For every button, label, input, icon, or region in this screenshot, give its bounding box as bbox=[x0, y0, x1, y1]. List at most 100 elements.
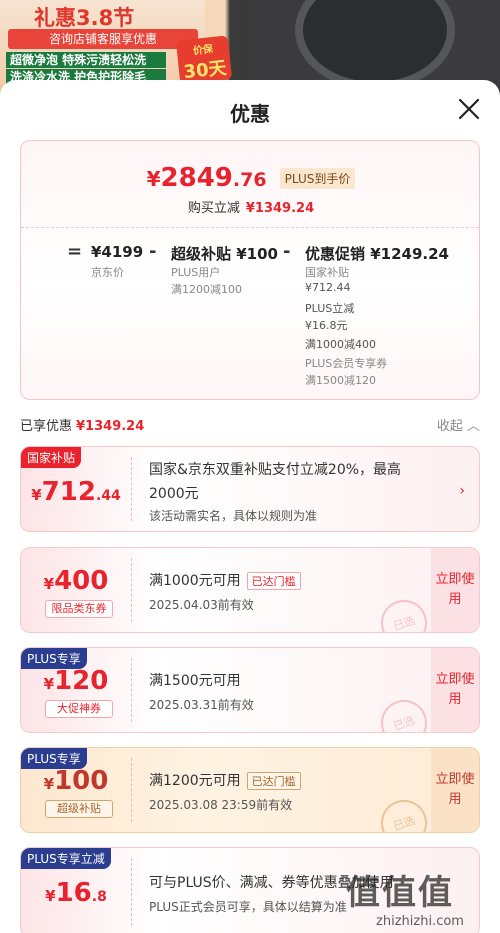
used-label-text: 已享优惠 bbox=[20, 419, 73, 434]
collapse-button[interactable]: 收起 ︿ bbox=[437, 415, 480, 434]
coupon-condition: 满1200元可用 bbox=[149, 773, 241, 789]
coupon-expiry: 2025.03.31前有效 bbox=[149, 698, 254, 712]
coupon-details: 满1200元可用 已达门槛 2025.03.08 23:59前有效 bbox=[149, 770, 301, 813]
coupon-tag: 国家补贴 bbox=[21, 447, 82, 468]
minus-sign-2: - bbox=[283, 241, 291, 262]
used-discount-label: 已享优惠 ¥1349.24 bbox=[20, 415, 144, 434]
minus-sign-1: - bbox=[149, 241, 157, 262]
threshold-reached-badge: 已达门槛 bbox=[246, 572, 301, 590]
coupon-description: 该活动需实名，具体以规则为准 bbox=[149, 509, 318, 523]
coupon-amount: ¥100 bbox=[21, 766, 131, 796]
used-discount-row: 已享优惠 ¥1349.24 收起 ︿ bbox=[20, 413, 480, 435]
jd-price: ¥4199 bbox=[91, 243, 144, 261]
equals-sign: = bbox=[67, 241, 83, 262]
coupon-amount: ¥400 bbox=[21, 566, 131, 596]
coupon-amount: ¥712.44 bbox=[21, 477, 131, 507]
coupon-title: 满1500元可用 bbox=[149, 673, 241, 689]
close-icon bbox=[458, 98, 480, 120]
coupon-type-chip: 超级补贴 bbox=[45, 800, 113, 818]
jd-price-label: 京东价 bbox=[91, 266, 124, 279]
coupon-separator bbox=[131, 858, 132, 926]
coupon-title-line-2: 2000元 bbox=[149, 486, 199, 502]
coupon-title: 满1000元可用 已达门槛 bbox=[149, 570, 301, 590]
promo-title: 礼惠3.8节 bbox=[34, 6, 135, 30]
coupon-separator bbox=[131, 558, 132, 622]
coupon-amount-integer: 400 bbox=[54, 566, 109, 596]
coupon-amount-integer: 16 bbox=[55, 878, 92, 908]
coupon-details: 满1500元可用 2025.03.31前有效 bbox=[149, 670, 254, 713]
subsidy-label: 购买立减 bbox=[187, 201, 240, 216]
super-subsidy: 超级补贴 ¥100 bbox=[171, 245, 278, 263]
collapse-label: 收起 bbox=[436, 419, 463, 434]
price-integer: 2849 bbox=[160, 163, 233, 193]
selected-stamp: 已选 bbox=[375, 594, 433, 632]
price-protect-badge: 价保 30天 bbox=[175, 35, 233, 85]
plus-price-tag: PLUS到手价 bbox=[279, 167, 356, 189]
used-amount: ¥1349.24 bbox=[76, 419, 145, 434]
use-now-button[interactable]: 立即使用 bbox=[431, 648, 479, 732]
subsidy-row: 购买立减 ¥1349.24 bbox=[21, 197, 481, 216]
sheet-title: 优惠 bbox=[230, 102, 270, 126]
selected-stamp: 已选 bbox=[375, 794, 433, 832]
coupon-type-chip: 限品类东券 bbox=[45, 600, 113, 618]
coupon-currency: ¥ bbox=[43, 675, 55, 693]
coupon-expiry: 2025.04.03前有效 bbox=[149, 598, 254, 612]
threshold-reached-badge: 已达门槛 bbox=[246, 772, 301, 790]
coupon-details: 满1000元可用 已达门槛 2025.04.03前有效 bbox=[149, 570, 301, 613]
price-currency: ¥ bbox=[146, 167, 161, 191]
promo-line: ¥16.8元 bbox=[305, 319, 348, 332]
promo-line: 满1000减400 bbox=[305, 338, 376, 351]
promo-line: PLUS立减 bbox=[305, 302, 355, 315]
coupon-currency: ¥ bbox=[45, 887, 56, 905]
coupon-amount-decimal: .8 bbox=[91, 889, 107, 905]
selected-stamp: 已选 bbox=[375, 694, 433, 732]
coupon-card-120[interactable]: PLUS专享 ¥120 大促神券 满1500元可用 2025.03.31前有效 … bbox=[20, 647, 480, 733]
use-now-button[interactable]: 立即使用 bbox=[431, 548, 479, 632]
final-price-row: ¥2849.76 PLUS到手价 bbox=[21, 163, 481, 193]
coupon-tag: PLUS专享立减 bbox=[21, 848, 111, 869]
coupon-amount-integer: 712 bbox=[41, 477, 96, 507]
coupon-amount: ¥120 bbox=[21, 666, 131, 696]
coupon-card-national-subsidy[interactable]: 国家补贴 ¥712.44 国家&京东双重补贴支付立减20%，最高 2000元 该… bbox=[20, 446, 480, 532]
promo-total: 优惠促销 ¥1249.24 bbox=[305, 245, 449, 263]
promo-line: PLUS会员专享券 bbox=[305, 357, 388, 370]
watermark-url: zhizhizhi.com bbox=[376, 914, 464, 929]
promo-line: 国家补贴 bbox=[305, 266, 349, 279]
coupon-separator bbox=[131, 658, 132, 722]
coupon-details: 国家&京东双重补贴支付立减20%，最高 2000元 该活动需实名，具体以规则为准 bbox=[149, 459, 449, 524]
coupon-expiry: 2025.03.08 23:59前有效 bbox=[149, 798, 293, 812]
subsidy-amount: ¥1349.24 bbox=[245, 201, 315, 216]
discount-sheet: 优惠 ¥2849.76 PLUS到手价 购买立减 ¥1349.24 = ¥4199… bbox=[0, 80, 500, 933]
coupon-title: 满1200元可用 已达门槛 bbox=[149, 770, 301, 790]
coupon-currency: ¥ bbox=[43, 775, 55, 793]
coupon-currency: ¥ bbox=[43, 575, 55, 593]
final-price: ¥2849.76 bbox=[147, 163, 267, 193]
chevron-up-icon: ︿ bbox=[466, 419, 480, 434]
promo-subtitle: 咨询店铺客服享优惠 bbox=[8, 29, 198, 49]
price-summary-card: ¥2849.76 PLUS到手价 购买立减 ¥1349.24 = ¥4199 京东… bbox=[20, 140, 480, 400]
close-button[interactable] bbox=[456, 96, 482, 122]
coupon-card-400[interactable]: ¥400 限品类东券 满1000元可用 已达门槛 2025.04.03前有效 已选… bbox=[20, 547, 480, 633]
coupon-amount-integer: 120 bbox=[54, 666, 109, 696]
coupon-amount-decimal: .44 bbox=[95, 488, 121, 504]
coupon-currency: ¥ bbox=[31, 486, 42, 504]
coupon-title: 国家&京东双重补贴支付立减20%，最高 bbox=[149, 462, 402, 478]
coupon-amount-integer: 100 bbox=[54, 766, 109, 796]
chevron-right-icon: › bbox=[459, 483, 465, 499]
super-subsidy-sub-1: PLUS用户 bbox=[171, 266, 221, 279]
promo-line: ¥712.44 bbox=[305, 281, 351, 294]
machine-door bbox=[295, 0, 455, 90]
summary-divider bbox=[21, 227, 479, 228]
use-now-button[interactable]: 立即使用 bbox=[431, 748, 479, 832]
promo-line: 满1500减120 bbox=[305, 374, 376, 387]
coupon-type-chip: 大促神券 bbox=[45, 700, 113, 718]
price-formula: = ¥4199 京东价 - 超级补贴 ¥100 PLUS用户 满1200减100… bbox=[21, 241, 481, 391]
coupon-card-100[interactable]: PLUS专享 ¥100 超级补贴 满1200元可用 已达门槛 2025.03.08… bbox=[20, 747, 480, 833]
coupon-separator bbox=[131, 758, 132, 822]
site-watermark: 值值值 zhizhizhi.com bbox=[346, 865, 494, 929]
super-subsidy-sub-2: 满1200减100 bbox=[171, 283, 242, 296]
watermark-logo: 值值值 bbox=[346, 873, 454, 913]
feature-line-1: 超微净泡 特殊污渍轻松洗 bbox=[6, 52, 166, 68]
coupon-amount: ¥16.8 bbox=[21, 878, 131, 908]
coupon-separator bbox=[131, 457, 132, 521]
